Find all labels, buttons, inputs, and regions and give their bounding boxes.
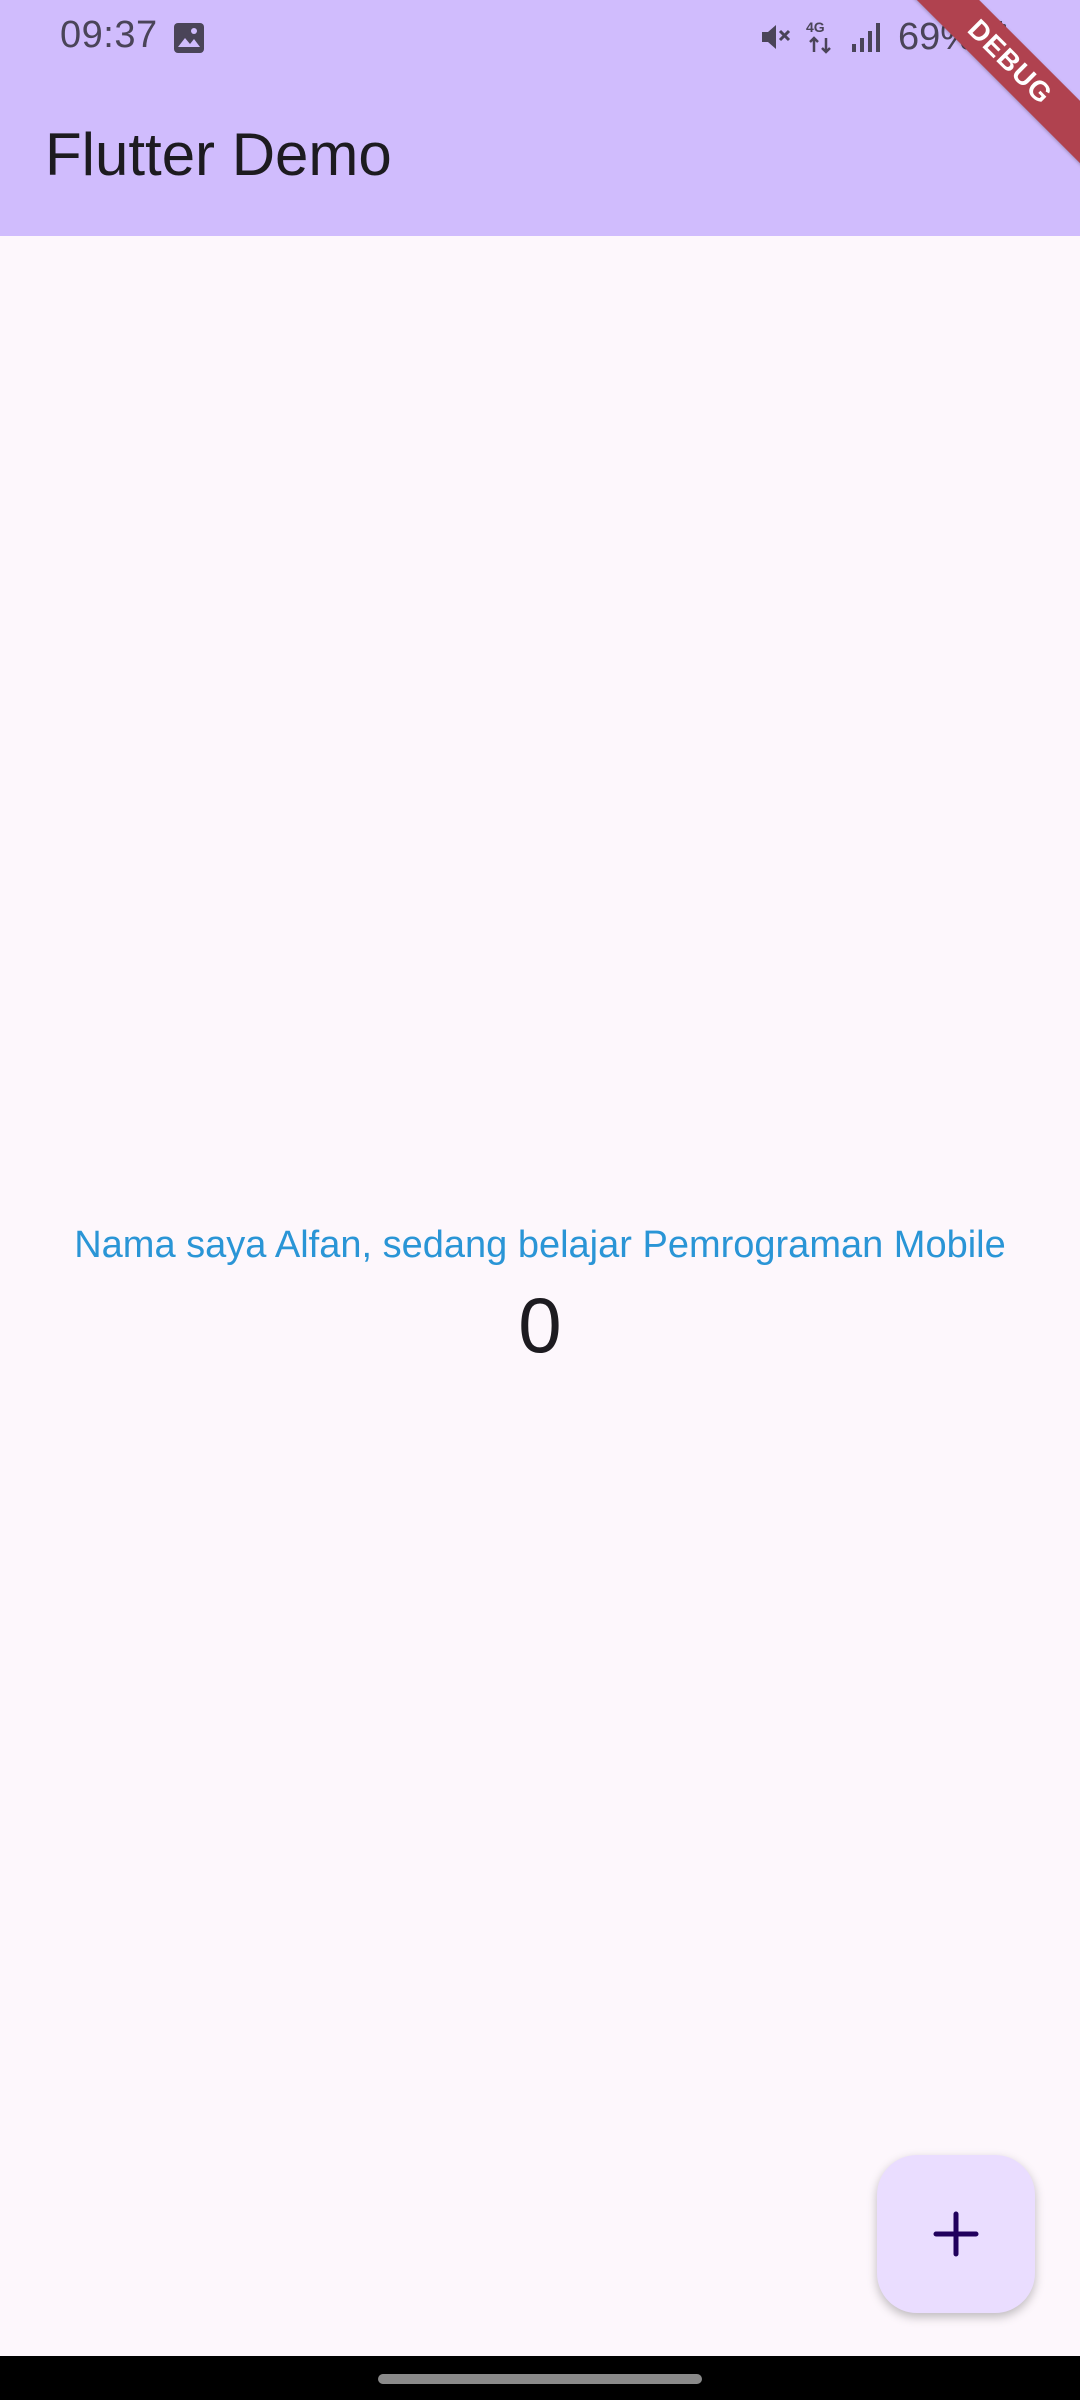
signal-icon	[851, 23, 880, 52]
gallery-icon	[174, 23, 204, 53]
4g-icon: 4G	[806, 19, 831, 54]
intro-message: Nama saya Alfan, sedang belajar Pemrogra…	[74, 1224, 1006, 1266]
system-nav-bar	[0, 2356, 1080, 2400]
body-content: Nama saya Alfan, sedang belajar Pemrogra…	[0, 1215, 1080, 1375]
status-time: 09:37	[60, 14, 158, 56]
status-bar: 09:37 4G 69%	[0, 0, 1080, 76]
increment-button[interactable]	[877, 2155, 1035, 2313]
svg-text:4G: 4G	[806, 19, 825, 35]
home-gesture-handle[interactable]	[378, 2374, 702, 2384]
counter-value: 0	[518, 1281, 562, 1369]
plus-icon	[933, 2211, 979, 2257]
app-bar: 09:37 4G 69% Flutter Demo	[0, 0, 1080, 236]
app-screen: 09:37 4G 69% Flutter Demo DEBUG Nama say…	[0, 0, 1080, 2400]
app-title: Flutter Demo	[45, 121, 392, 188]
mute-icon	[761, 25, 790, 49]
